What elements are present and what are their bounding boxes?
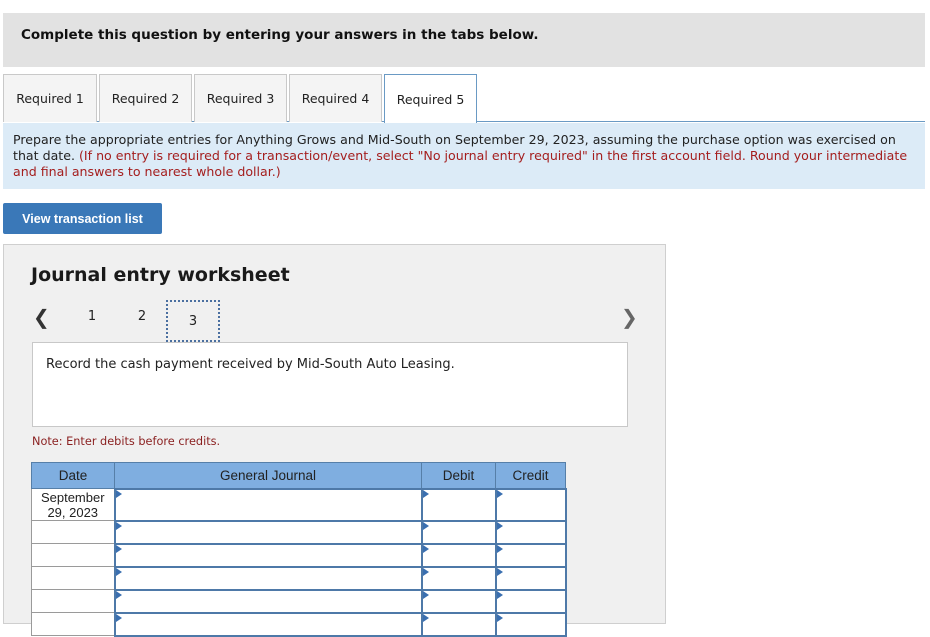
question-banner: Complete this question by entering your … [3, 13, 925, 67]
table-row [31, 519, 567, 545]
instructions-note: (If no entry is required for a transacti… [13, 148, 908, 179]
credit-input[interactable] [496, 569, 565, 587]
tab-required-5[interactable]: Required 5 [384, 74, 477, 123]
credit-field[interactable] [494, 542, 567, 568]
header-credit: Credit [495, 462, 566, 489]
account-field[interactable] [113, 542, 423, 568]
debit-field[interactable] [420, 519, 497, 545]
credit-input[interactable] [496, 592, 565, 610]
header-date: Date [31, 462, 115, 489]
table-row [31, 588, 567, 614]
account-field[interactable] [113, 487, 423, 522]
credit-input[interactable] [496, 546, 565, 564]
account-input[interactable] [115, 615, 421, 633]
debit-credit-note: Note: Enter debits before credits. [32, 435, 221, 448]
date-cell [31, 520, 115, 544]
page-3[interactable]: 3 [166, 300, 220, 342]
chevron-left-icon[interactable]: ❮ [33, 305, 50, 329]
journal-entry-worksheet: Journal entry worksheet ❮ 1 2 3 ❯ Record… [3, 244, 666, 637]
credit-field[interactable] [494, 487, 567, 522]
account-input[interactable] [115, 592, 421, 610]
page-1[interactable]: 1 [78, 301, 106, 331]
credit-input[interactable] [496, 523, 565, 541]
account-field[interactable] [113, 588, 423, 614]
credit-field[interactable] [494, 565, 567, 591]
table-row: September 29, 2023 [31, 487, 567, 522]
account-input[interactable] [115, 569, 421, 587]
date-cell [31, 589, 115, 613]
credit-field[interactable] [494, 588, 567, 614]
table-row [31, 542, 567, 568]
header-debit: Debit [421, 462, 496, 489]
debit-input[interactable] [422, 523, 495, 541]
date-cell [31, 612, 115, 636]
date-cell [31, 566, 115, 590]
tab-required-4[interactable]: Required 4 [289, 74, 382, 122]
debit-input[interactable] [422, 496, 495, 513]
chevron-right-icon[interactable]: ❯ [621, 305, 638, 329]
debit-field[interactable] [420, 565, 497, 591]
entry-prompt: Record the cash payment received by Mid-… [32, 342, 628, 427]
required-tabs: Required 1 Required 2 Required 3 Require… [3, 74, 925, 123]
instructions: Prepare the appropriate entries for Anyt… [3, 123, 925, 189]
account-input[interactable] [115, 546, 421, 564]
view-transaction-list-button[interactable]: View transaction list [3, 203, 162, 234]
tab-required-1[interactable]: Required 1 [3, 74, 97, 122]
credit-field[interactable] [494, 519, 567, 545]
account-field[interactable] [113, 611, 423, 637]
credit-input[interactable] [496, 615, 565, 633]
journal-table: Date General Journal Debit Credit Septem… [31, 462, 567, 637]
account-input[interactable] [115, 496, 421, 513]
worksheet-title: Journal entry worksheet [31, 264, 290, 286]
page-2[interactable]: 2 [128, 301, 156, 331]
credit-input[interactable] [496, 496, 565, 513]
table-row [31, 611, 567, 637]
debit-input[interactable] [422, 546, 495, 564]
header-general-journal: General Journal [114, 462, 422, 489]
account-field[interactable] [113, 519, 423, 545]
debit-field[interactable] [420, 611, 497, 637]
account-input[interactable] [115, 523, 421, 541]
debit-field[interactable] [420, 588, 497, 614]
prompt-text: Record the cash payment received by Mid-… [46, 357, 455, 372]
debit-field[interactable] [420, 487, 497, 522]
account-field[interactable] [113, 565, 423, 591]
debit-input[interactable] [422, 615, 495, 633]
banner-text: Complete this question by entering your … [21, 27, 539, 43]
debit-input[interactable] [422, 569, 495, 587]
tab-required-2[interactable]: Required 2 [99, 74, 192, 122]
debit-field[interactable] [420, 542, 497, 568]
tab-required-3[interactable]: Required 3 [194, 74, 287, 122]
date-cell [31, 543, 115, 567]
date-cell: September 29, 2023 [31, 488, 115, 521]
credit-field[interactable] [494, 611, 567, 637]
debit-input[interactable] [422, 592, 495, 610]
table-row [31, 565, 567, 591]
